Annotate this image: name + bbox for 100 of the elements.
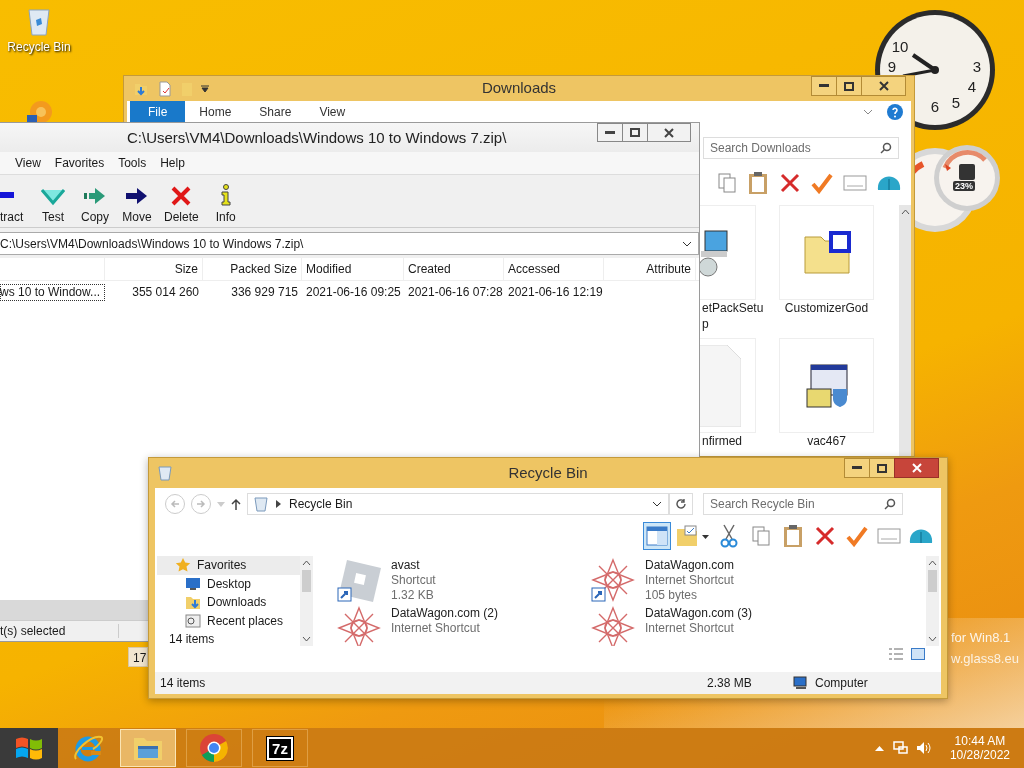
clipboard-icon: [782, 524, 804, 548]
chevron-icon[interactable]: [863, 109, 873, 115]
scroll-up-icon[interactable]: [302, 560, 311, 566]
maximize-icon: [844, 81, 854, 91]
file-name-cell[interactable]: ws 10 to Window...: [0, 283, 105, 301]
close-button[interactable]: [861, 76, 906, 96]
help-icon[interactable]: [887, 104, 903, 120]
column-header[interactable]: Modified: [302, 258, 404, 280]
maximize-button[interactable]: [622, 123, 648, 142]
menu-item[interactable]: Tools: [118, 156, 147, 170]
scrollbar[interactable]: [300, 556, 313, 646]
maximize-button[interactable]: [836, 76, 862, 96]
clock-numeral: 4: [967, 78, 977, 95]
delete-icon[interactable]: [779, 172, 801, 194]
refresh-button[interactable]: [669, 493, 693, 515]
computer-icon: [793, 676, 809, 690]
table-cell-text: 2021-06-16 09:25: [305, 285, 402, 299]
large-icons-view-icon[interactable]: [911, 648, 925, 660]
dropdown-icon[interactable]: [682, 240, 692, 247]
search-field[interactable]: Search Recycle Bin: [703, 493, 903, 515]
setup-icon: [804, 362, 849, 409]
toolbar-button[interactable]: Test: [38, 178, 68, 224]
scissors-icon: [720, 524, 738, 548]
file-name[interactable]: CustomizerGod: [784, 300, 869, 316]
menu-item[interactable]: Help: [160, 156, 185, 170]
column-header[interactable]: Created: [404, 258, 504, 280]
scroll-thumb[interactable]: [302, 570, 311, 592]
nav-item[interactable]: Recent places: [157, 611, 300, 630]
dropdown-icon[interactable]: [652, 501, 662, 507]
table-cell-text: 2021-06-16 07:28: [407, 285, 504, 299]
ribbon-tab[interactable]: View: [305, 101, 360, 123]
maximize-button[interactable]: [869, 458, 895, 478]
file-name[interactable]: p: [699, 316, 709, 332]
column-header[interactable]: Packed Size: [203, 258, 302, 280]
minimize-button[interactable]: [811, 76, 837, 96]
ribbon-tab[interactable]: File: [130, 101, 186, 123]
search-icon[interactable]: [884, 498, 896, 510]
column-header[interactable]: Size: [105, 258, 203, 280]
column-header[interactable]: Attribute: [604, 258, 696, 280]
up-arrow-icon[interactable]: [231, 498, 241, 510]
file-thumbnail[interactable]: [779, 205, 874, 300]
menu-item[interactable]: Favorites: [54, 156, 105, 170]
column-header[interactable]: Accessed: [504, 258, 604, 280]
taskbar-button[interactable]: [120, 729, 176, 767]
toolbar-button[interactable]: [643, 522, 671, 550]
scroll-thumb[interactable]: [928, 570, 937, 592]
scroll-up-icon[interactable]: [900, 209, 910, 215]
recycle-bin-icon[interactable]: [158, 465, 172, 481]
volume-icon[interactable]: [915, 740, 932, 756]
scroll-up-icon[interactable]: [928, 560, 937, 566]
file-thumbnail[interactable]: [779, 338, 874, 433]
nav-item[interactable]: Downloads: [157, 593, 300, 612]
close-button[interactable]: [894, 458, 939, 478]
toolbar-button[interactable]: Delete: [164, 178, 199, 224]
meter-reading: 23%: [953, 181, 975, 191]
network-icon[interactable]: [891, 740, 908, 756]
taskbar-button[interactable]: [186, 729, 242, 767]
caret-icon[interactable]: [201, 84, 209, 93]
clipboard-icon[interactable]: [747, 171, 769, 195]
file-thumbnail[interactable]: [699, 338, 756, 433]
item-name: DataWagon.com: [645, 558, 734, 573]
copy-icon: [751, 525, 771, 547]
file-thumbnail[interactable]: [699, 205, 756, 300]
copy-icon[interactable]: [717, 172, 737, 194]
menu-item[interactable]: View: [15, 156, 41, 170]
minimize-button[interactable]: [844, 458, 870, 478]
file-name[interactable]: nfirmed: [699, 433, 742, 449]
path-field[interactable]: C:\Users\VM4\Downloads\Windows 10 to Windows 7.zip\: [0, 232, 699, 255]
taskbar-button[interactable]: [0, 728, 58, 768]
file-item[interactable]: DataWagon.com (2) Internet Shortcut: [335, 606, 589, 646]
scroll-down-icon[interactable]: [928, 636, 937, 642]
ribbon-tab[interactable]: Home: [185, 101, 246, 123]
ribbon-tab[interactable]: Share: [245, 101, 306, 123]
scrollbar[interactable]: [899, 205, 911, 456]
toolbar-button[interactable]: Copy: [80, 178, 110, 224]
file-item[interactable]: DataWagon.com Internet Shortcut 105 bytes: [589, 558, 843, 603]
nav-item[interactable]: Favorites: [157, 556, 300, 575]
scrollbar[interactable]: [926, 556, 939, 646]
file-item[interactable]: DataWagon.com (3) Internet Shortcut: [589, 606, 843, 646]
toolbar-button[interactable]: Info: [210, 178, 241, 224]
file-item[interactable]: avast Shortcut 1.32 KB: [335, 558, 589, 603]
checkmark-icon[interactable]: [811, 172, 833, 194]
file-name[interactable]: vac467: [807, 433, 846, 449]
search-icon[interactable]: [880, 142, 892, 154]
recycle-bin-icon[interactable]: [27, 6, 51, 36]
toolbar-button[interactable]: tract: [0, 178, 26, 224]
overlay-text: for Win8.1: [951, 630, 1012, 645]
close-button[interactable]: [647, 123, 691, 142]
address-bar[interactable]: Recycle Bin: [247, 493, 669, 515]
minimize-button[interactable]: [597, 123, 623, 142]
taskbar-button[interactable]: 7z: [252, 729, 308, 767]
file-name[interactable]: etPackSetu: [699, 300, 764, 316]
toolbar-button[interactable]: Move: [122, 178, 152, 224]
properties-icon[interactable]: [157, 80, 173, 97]
shell-icon[interactable]: [877, 175, 901, 191]
search-field[interactable]: Search Downloads: [703, 137, 899, 159]
nav-item[interactable]: Desktop: [157, 574, 300, 593]
caret-up-icon[interactable]: [874, 745, 884, 751]
scroll-down-icon[interactable]: [302, 636, 311, 642]
app-shortcut-icon: [335, 558, 383, 602]
